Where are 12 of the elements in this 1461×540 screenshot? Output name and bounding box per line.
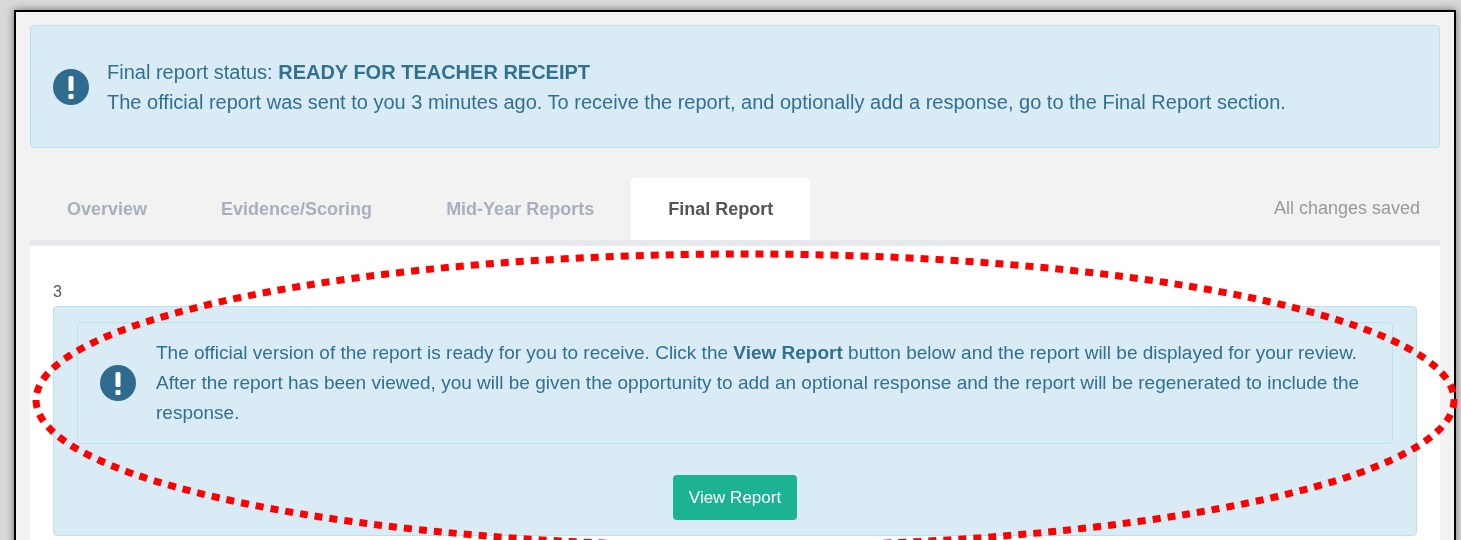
report-message: The official version of the report is ready for you to receive. Click the View Report button below and the report will be displayed for your review. After the report has been viewed, you will be given the opportunity to add an optional response and the report will be regenerated to include the response.	[156, 341, 1361, 425]
view-report-button[interactable]: View Report	[672, 475, 798, 520]
save-status: All changes saved	[1273, 197, 1421, 220]
tab[interactable]: Final Report	[631, 178, 811, 240]
tab[interactable]: Evidence/Scoring	[184, 178, 410, 240]
exclamation-icon	[100, 365, 136, 401]
status-message: The official report was sent to you 3 minutes ago. To receive the report, and optionally add a response, go to the Final Report section.	[107, 89, 1286, 115]
step-number: 3	[53, 282, 63, 302]
exclamation-icon	[53, 68, 89, 105]
tab[interactable]: Mid-Year Reports	[409, 178, 632, 240]
status-line: Final report status: READY FOR TEACHER RECEIPT	[107, 59, 592, 85]
tab[interactable]: Overview	[30, 178, 185, 240]
